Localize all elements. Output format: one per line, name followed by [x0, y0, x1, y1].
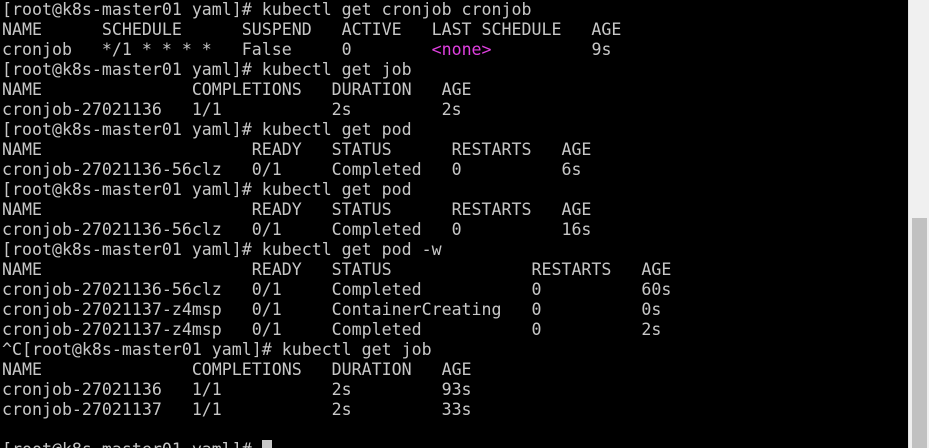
- text-cursor: [261, 440, 272, 448]
- terminal-text: cronjob-27021136-56clz 0/1 Completed 0 6…: [2, 280, 672, 299]
- terminal-line: cronjob */1 * * * * False 0 <none> 9s: [2, 40, 671, 60]
- terminal-text: NAME COMPLETIONS DURATION AGE: [2, 360, 472, 379]
- vertical-scrollbar[interactable]: [908, 0, 929, 448]
- terminal-text: NAME SCHEDULE SUSPEND ACTIVE LAST SCHEDU…: [2, 20, 622, 39]
- terminal-line: [root@k8s-master01 yaml]# kubectl get po…: [2, 240, 671, 260]
- terminal-line: [root@k8s-master01 yaml]# kubectl get jo…: [2, 60, 671, 80]
- terminal-line: NAME READY STATUS RESTARTS AGE: [2, 260, 671, 280]
- terminal-text: cronjob */1 * * * * False 0: [2, 40, 432, 59]
- terminal-text: ^C[root@k8s-master01 yaml]# kubectl get …: [2, 340, 432, 359]
- terminal-text: [root@k8s-master01 yaml]# kubectl get cr…: [2, 0, 532, 19]
- terminal-text: cronjob-27021136-56clz 0/1 Completed 0 1…: [2, 220, 592, 239]
- terminal-line: cronjob-27021136 1/1 2s 93s: [2, 380, 671, 400]
- terminal-text: cronjob-27021136 1/1 2s 2s: [2, 100, 462, 119]
- terminal-text: [root@k8s-master01 yaml]#: [2, 440, 262, 448]
- terminal-line: NAME READY STATUS RESTARTS AGE: [2, 140, 671, 160]
- terminal-text: [root@k8s-master01 yaml]# kubectl get po…: [2, 180, 412, 199]
- terminal-text: NAME READY STATUS RESTARTS AGE: [2, 140, 592, 159]
- terminal-text: cronjob-27021137 1/1 2s 33s: [2, 400, 472, 419]
- terminal-line: ^C[root@k8s-master01 yaml]# kubectl get …: [2, 340, 671, 360]
- terminal-text: NAME READY STATUS RESTARTS AGE: [2, 200, 592, 219]
- terminal-text: NAME COMPLETIONS DURATION AGE: [2, 80, 472, 99]
- terminal-line: NAME COMPLETIONS DURATION AGE: [2, 360, 671, 380]
- terminal-line: cronjob-27021137 1/1 2s 33s: [2, 400, 671, 420]
- terminal-line: cronjob-27021136 1/1 2s 2s: [2, 100, 671, 120]
- terminal-line: [root@k8s-master01 yaml]# kubectl get po…: [2, 180, 671, 200]
- terminal-line: cronjob-27021136-56clz 0/1 Completed 0 6…: [2, 160, 671, 180]
- terminal-text: cronjob-27021136-56clz 0/1 Completed 0 6…: [2, 160, 582, 179]
- terminal-output: [root@k8s-master01 yaml]# kubectl get cr…: [2, 0, 671, 448]
- terminal-text: [root@k8s-master01 yaml]# kubectl get jo…: [2, 60, 412, 79]
- terminal-text: [root@k8s-master01 yaml]# kubectl get po…: [2, 120, 412, 139]
- terminal-line: [root@k8s-master01 yaml]#: [2, 440, 671, 448]
- terminal-text: NAME READY STATUS RESTARTS AGE: [2, 260, 672, 279]
- terminal-text: cronjob-27021136 1/1 2s 93s: [2, 380, 472, 399]
- scrollbar-thumb[interactable]: [912, 218, 927, 448]
- terminal-line: NAME READY STATUS RESTARTS AGE: [2, 200, 671, 220]
- terminal-text: 9s: [491, 40, 612, 59]
- terminal-window[interactable]: [root@k8s-master01 yaml]# kubectl get cr…: [0, 0, 908, 448]
- terminal-line: [root@k8s-master01 yaml]# kubectl get cr…: [2, 0, 671, 20]
- terminal-line: NAME COMPLETIONS DURATION AGE: [2, 80, 671, 100]
- terminal-text: cronjob-27021137-z4msp 0/1 Completed 0 2…: [2, 320, 662, 339]
- terminal-line: cronjob-27021136-56clz 0/1 Completed 0 1…: [2, 220, 671, 240]
- terminal-line: NAME SCHEDULE SUSPEND ACTIVE LAST SCHEDU…: [2, 20, 671, 40]
- terminal-line: cronjob-27021137-z4msp 0/1 Completed 0 2…: [2, 320, 671, 340]
- terminal-line: cronjob-27021136-56clz 0/1 Completed 0 6…: [2, 280, 671, 300]
- terminal-text-magenta: <none>: [431, 40, 492, 59]
- terminal-line: [root@k8s-master01 yaml]# kubectl get po…: [2, 120, 671, 140]
- terminal-text: [root@k8s-master01 yaml]# kubectl get po…: [2, 240, 442, 259]
- terminal-line: cronjob-27021137-z4msp 0/1 ContainerCrea…: [2, 300, 671, 320]
- terminal-text: cronjob-27021137-z4msp 0/1 ContainerCrea…: [2, 300, 662, 319]
